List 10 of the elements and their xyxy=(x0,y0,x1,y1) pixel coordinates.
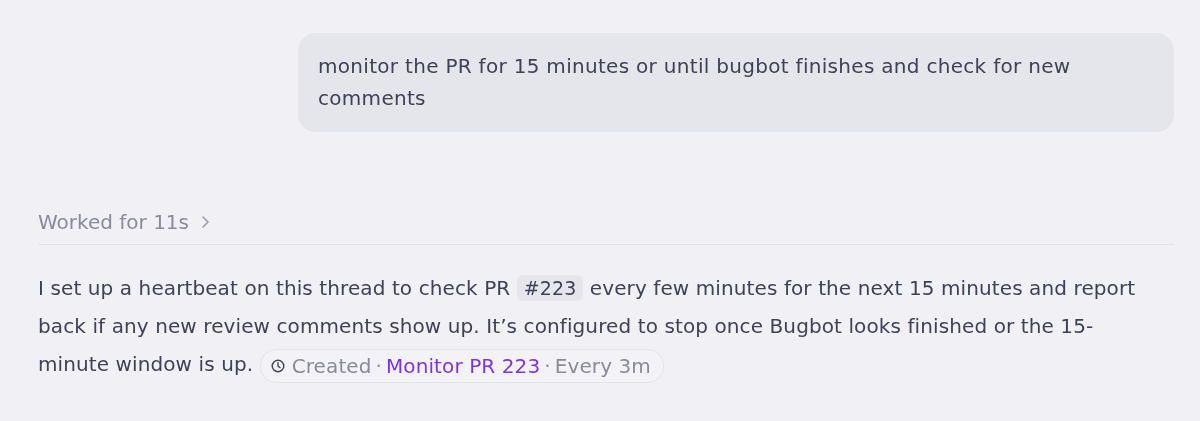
clock-icon xyxy=(270,358,285,373)
status-text: Created xyxy=(291,352,372,380)
user-message: monitor the PR for 15 minutes or until bugbot finishes and check for new comments xyxy=(298,33,1174,132)
interval-text: Every 3m xyxy=(554,352,651,380)
message-text: I set up a heartbeat on this thread to check PR #223 every few minutes for the next 15 minutes and report back if any new review comments show up. It’s configured to stop once Bugbot looks finished or the 15-minute window is up. Created · Monitor PR 223 · Every 3m xyxy=(38,269,1163,383)
monitor-link[interactable]: Monitor PR 223 xyxy=(386,349,541,382)
separator-dot: · xyxy=(375,352,382,380)
separator-dot: · xyxy=(544,352,551,380)
heartbeat-chip[interactable]: Created · Monitor PR 223 · Every 3m xyxy=(259,348,664,383)
worked-for-toggle[interactable]: Worked for 11s xyxy=(38,210,211,234)
